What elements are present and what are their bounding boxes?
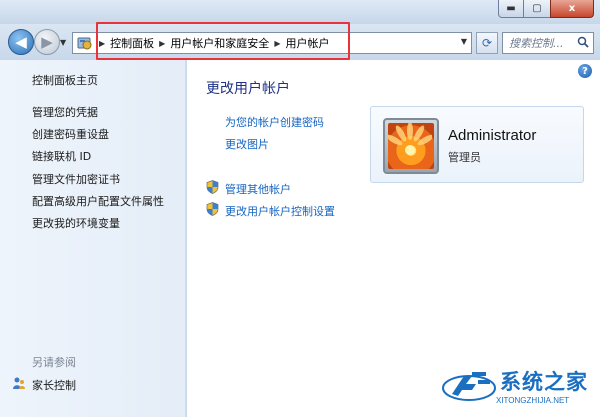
back-button[interactable]: ◀ xyxy=(8,29,34,55)
close-icon: x xyxy=(568,2,576,14)
refresh-icon: ⟳ xyxy=(481,36,493,50)
maximize-icon: ▢ xyxy=(532,2,542,14)
sidebar-item-manage-encryption-certs[interactable]: 管理文件加密证书 xyxy=(32,171,120,187)
change-uac-settings-label: 更改用户帐户控制设置 xyxy=(225,204,335,218)
control-panel-icon xyxy=(76,35,94,51)
parental-controls-label: 家长控制 xyxy=(32,378,76,392)
search-input[interactable]: 搜索控制... xyxy=(502,32,594,54)
help-icon[interactable]: ? xyxy=(578,64,592,78)
back-arrow-icon: ◀ xyxy=(15,33,27,51)
sidebar-item-advanced-profile-properties[interactable]: 配置高级用户配置文件属性 xyxy=(32,193,164,209)
create-password-link[interactable]: 为您的帐户创建密码 xyxy=(225,114,324,130)
user-account-card: Administrator 管理员 xyxy=(370,106,584,183)
uac-shield-icon xyxy=(206,202,219,219)
manage-other-accounts-label: 管理其他帐户 xyxy=(225,182,291,196)
see-also-heading: 另请参阅 xyxy=(32,356,76,369)
sidebar-item-link-online-id[interactable]: 链接联机 ID xyxy=(32,148,91,164)
manage-other-accounts-link[interactable]: 管理其他帐户 xyxy=(206,180,291,197)
help-glyph: ? xyxy=(582,65,588,77)
page-title: 更改用户帐户 xyxy=(206,81,290,97)
title-bar: ▬ ▢ x xyxy=(0,0,600,24)
sidebar-item-parental-controls[interactable]: 家长控制 xyxy=(12,376,76,393)
sidebar-item-create-reset-disk[interactable]: 创建密码重设盘 xyxy=(32,126,109,142)
watermark-logo-icon xyxy=(442,364,496,411)
minimize-button[interactable]: ▬ xyxy=(498,0,524,18)
search-icon[interactable] xyxy=(577,36,589,51)
parental-controls-icon xyxy=(12,376,26,393)
forward-arrow-icon: ▶ xyxy=(41,33,53,51)
sidebar-item-control-panel-home[interactable]: 控制面板主页 xyxy=(32,72,98,88)
forward-button[interactable]: ▶ xyxy=(34,29,60,55)
close-button[interactable]: x xyxy=(550,0,594,18)
maximize-button[interactable]: ▢ xyxy=(524,0,550,18)
site-watermark: 系统之家 XITONGZHIJIA.NET xyxy=(442,358,600,417)
minimize-icon: ▬ xyxy=(506,2,516,14)
user-avatar[interactable] xyxy=(383,118,439,174)
watermark-name: 系统之家 xyxy=(500,370,588,394)
user-name: Administrator xyxy=(448,127,537,144)
address-dropdown-icon[interactable]: ▼ xyxy=(461,37,467,46)
search-placeholder: 搜索控制... xyxy=(509,37,564,50)
breadcrumb-highlight-box xyxy=(96,22,350,60)
refresh-button[interactable]: ⟳ xyxy=(476,32,498,54)
watermark-url: XITONGZHIJIA.NET xyxy=(496,396,570,405)
change-picture-link[interactable]: 更改图片 xyxy=(225,136,269,152)
change-uac-settings-link[interactable]: 更改用户帐户控制设置 xyxy=(206,202,335,219)
sidebar-item-environment-variables[interactable]: 更改我的环境变量 xyxy=(32,215,120,231)
caption-buttons: ▬ ▢ x xyxy=(498,0,594,18)
recent-pages-dropdown[interactable]: ▼ xyxy=(60,38,66,47)
uac-shield-icon xyxy=(206,180,219,197)
flower-avatar-image xyxy=(388,123,434,169)
sidebar: 控制面板主页 管理您的凭据 创建密码重设盘 链接联机 ID 管理文件加密证书 配… xyxy=(0,60,186,417)
user-role: 管理员 xyxy=(448,151,481,164)
sidebar-item-manage-credentials[interactable]: 管理您的凭据 xyxy=(32,104,98,120)
